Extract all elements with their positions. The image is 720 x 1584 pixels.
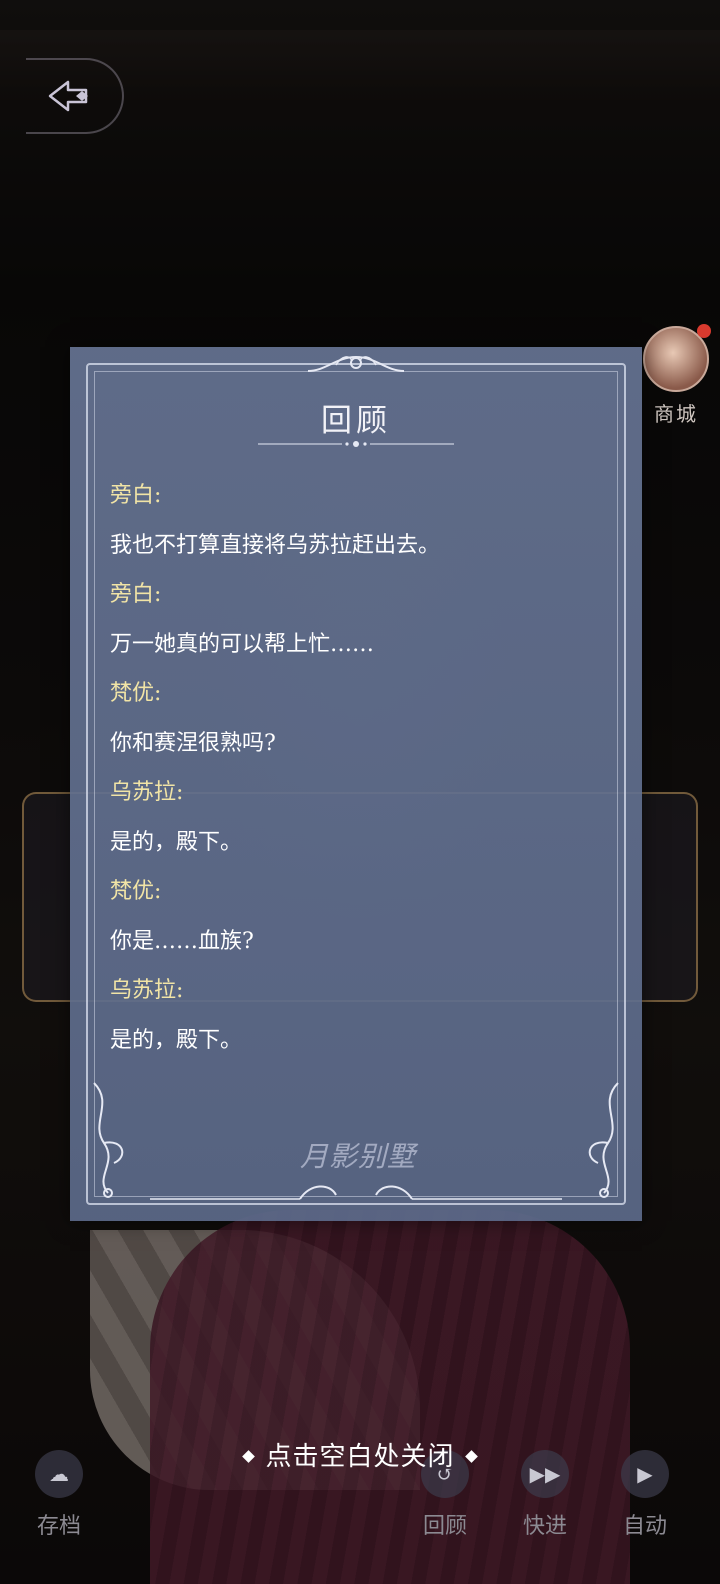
log-text: 我也不打算直接将乌苏拉赶出去。 (110, 532, 441, 558)
diamond-icon (464, 1449, 478, 1463)
close-hint[interactable]: 点击空白处关闭 (0, 1436, 720, 1473)
shop-button[interactable]: 商城 (636, 324, 716, 427)
review-panel: 回顾 旁白: 我也不打算直接将乌苏拉赶出去。 旁白: 万一她真的可以帮上忙…… … (70, 347, 642, 1221)
panel-title: 回顾 (321, 403, 391, 439)
log-text: 你和赛涅很熟吗? (110, 730, 276, 756)
log-speaker: 旁白: (110, 582, 162, 607)
shop-label: 商城 (654, 402, 698, 426)
log-speaker: 旁白: (110, 483, 162, 508)
notification-dot (697, 324, 711, 338)
diamond-icon (242, 1449, 256, 1463)
log-speaker: 乌苏拉: (110, 978, 184, 1003)
log-text: 是的，殿下。 (110, 1027, 243, 1053)
log-speaker: 梵优: (110, 681, 162, 706)
review-label: 回顾 (422, 1514, 467, 1539)
shop-avatar (643, 324, 711, 392)
back-arrow-icon (48, 80, 88, 112)
save-label: 存档 (36, 1514, 81, 1539)
title-divider-ornament (258, 441, 454, 447)
log-speaker: 梵优: (110, 879, 162, 904)
log-speaker: 乌苏拉: (110, 780, 184, 805)
auto-label: 自动 (622, 1514, 667, 1539)
corner-ornament-left (93, 1082, 124, 1198)
close-hint-text: 点击空白处关闭 (265, 1442, 455, 1472)
bottom-scroll-ornament (150, 1185, 562, 1200)
dialogue-log[interactable]: 旁白: 我也不打算直接将乌苏拉赶出去。 旁白: 万一她真的可以帮上忙…… 梵优:… (110, 471, 610, 1065)
top-crest-ornament (307, 355, 405, 372)
fast-forward-label: 快进 (522, 1514, 567, 1539)
back-button[interactable] (26, 58, 124, 134)
log-text: 万一她真的可以帮上忙…… (110, 631, 375, 657)
log-text: 你是……血族? (110, 928, 254, 954)
logo-watermark: 月影别墅 (299, 1140, 416, 1173)
corner-ornament-right (588, 1082, 619, 1198)
log-text: 是的，殿下。 (110, 829, 243, 855)
